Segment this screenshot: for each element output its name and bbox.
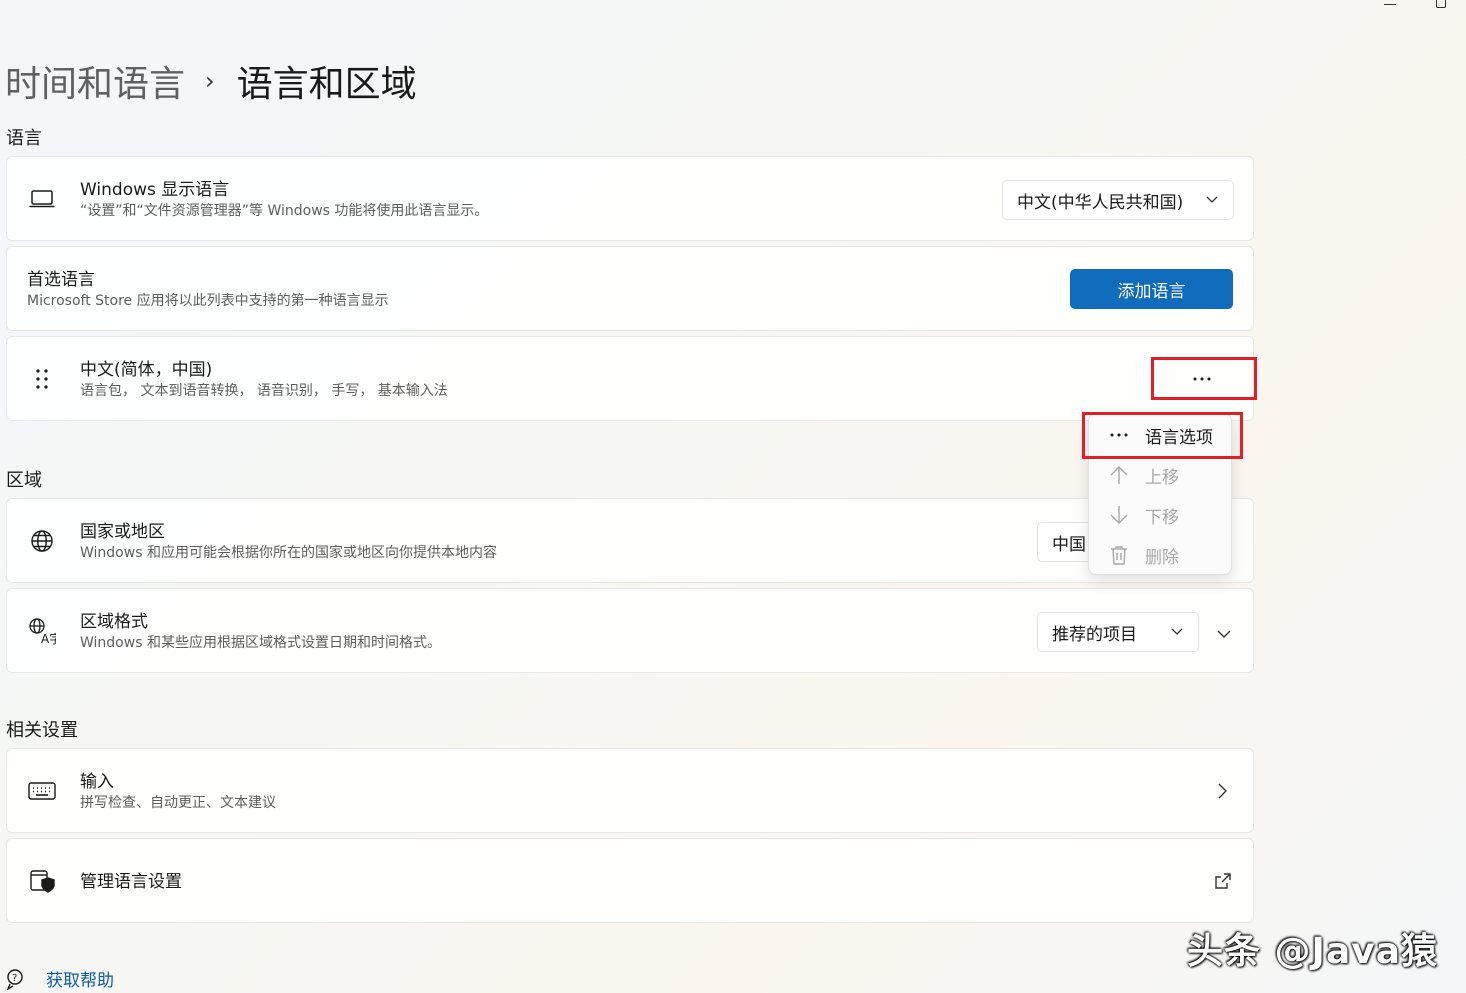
add-language-button[interactable]: 添加语言 bbox=[1070, 269, 1233, 309]
chevron-down-icon bbox=[1170, 625, 1184, 639]
menu-item-label: 下移 bbox=[1145, 507, 1179, 528]
menu-item-label: 删除 bbox=[1145, 547, 1179, 568]
menu-item-move-down[interactable]: 下移 bbox=[1089, 495, 1231, 535]
typing-card[interactable]: 输入 拼写检查、自动更正、文本建议 bbox=[6, 748, 1254, 833]
highlight-box-more bbox=[1151, 357, 1257, 400]
admin-shield-icon bbox=[27, 866, 57, 896]
help-icon: ? bbox=[6, 968, 23, 990]
regional-format-card[interactable]: A字 区域格式 Windows 和某些应用根据区域格式设置日期和时间格式。 推荐… bbox=[6, 588, 1254, 673]
country-value: 中国 bbox=[1052, 534, 1086, 555]
language-list-item[interactable]: 中文(简体，中国) 语言包， 文本到语音转换， 语音识别， 手写， 基本输入法 bbox=[6, 336, 1254, 421]
get-help-label: 获取帮助 bbox=[46, 971, 114, 991]
window-controls bbox=[1384, 0, 1446, 8]
preferred-language-title: 首选语言 bbox=[27, 270, 95, 290]
admin-language-title: 管理语言设置 bbox=[80, 872, 182, 892]
keyboard-icon bbox=[27, 776, 57, 806]
display-language-title: Windows 显示语言 bbox=[80, 180, 230, 200]
highlight-box-language-options bbox=[1082, 412, 1243, 459]
breadcrumb-parent[interactable]: 时间和语言 bbox=[5, 55, 185, 107]
chevron-down-icon bbox=[1205, 193, 1219, 207]
laptop-icon bbox=[27, 184, 57, 214]
breadcrumb-separator: › bbox=[205, 67, 215, 95]
typing-subtitle: 拼写检查、自动更正、文本建议 bbox=[80, 795, 276, 811]
display-language-value: 中文(中华人民共和国) bbox=[1017, 192, 1184, 213]
typing-title: 输入 bbox=[80, 772, 114, 792]
menu-item-delete[interactable]: 删除 bbox=[1089, 535, 1231, 575]
minimize-icon[interactable] bbox=[1384, 4, 1396, 5]
get-help-link[interactable]: ? 获取帮助 bbox=[6, 966, 114, 991]
regional-format-subtitle: Windows 和某些应用根据区域格式设置日期和时间格式。 bbox=[80, 635, 441, 651]
restore-icon[interactable] bbox=[1436, 0, 1446, 8]
chevron-right-icon bbox=[1218, 783, 1227, 803]
language-item-title: 中文(简体，中国) bbox=[80, 360, 213, 380]
expand-chevron-icon[interactable] bbox=[1217, 624, 1231, 643]
regional-format-select[interactable]: 推荐的项目 bbox=[1037, 612, 1199, 652]
svg-text:?: ? bbox=[12, 973, 17, 984]
regional-format-icon: A字 bbox=[27, 616, 57, 646]
menu-item-label: 上移 bbox=[1145, 467, 1179, 488]
country-subtitle: Windows 和应用可能会根据你所在的国家或地区向你提供本地内容 bbox=[80, 545, 497, 561]
external-link-icon bbox=[1215, 873, 1231, 893]
regional-format-title: 区域格式 bbox=[80, 612, 148, 632]
trash-icon bbox=[1107, 543, 1131, 567]
preferred-language-card: 首选语言 Microsoft Store 应用将以此列表中支持的第一种语言显示 … bbox=[6, 246, 1254, 331]
section-title-language: 语言 bbox=[6, 128, 42, 149]
arrow-up-icon bbox=[1107, 463, 1131, 487]
regional-format-value: 推荐的项目 bbox=[1052, 624, 1137, 645]
section-title-related: 相关设置 bbox=[6, 720, 78, 741]
menu-item-move-up[interactable]: 上移 bbox=[1089, 455, 1231, 495]
svg-text:A字: A字 bbox=[41, 631, 56, 645]
globe-icon bbox=[27, 526, 57, 556]
display-language-card: Windows 显示语言 “设置”和“文件资源管理器”等 Windows 功能将… bbox=[6, 156, 1254, 241]
display-language-select[interactable]: 中文(中华人民共和国) bbox=[1002, 180, 1234, 220]
breadcrumb: 时间和语言 › 语言和区域 bbox=[5, 55, 417, 107]
language-item-subtitle: 语言包， 文本到语音转换， 语音识别， 手写， 基本输入法 bbox=[80, 383, 448, 399]
arrow-down-icon bbox=[1107, 503, 1131, 527]
section-title-region: 区域 bbox=[6, 470, 42, 491]
drag-handle-icon[interactable] bbox=[27, 364, 57, 394]
country-card: 国家或地区 Windows 和应用可能会根据你所在的国家或地区向你提供本地内容 … bbox=[6, 498, 1254, 583]
admin-language-card[interactable]: 管理语言设置 bbox=[6, 838, 1254, 923]
watermark: 头条 @Java猿 bbox=[1187, 931, 1438, 972]
display-language-subtitle: “设置”和“文件资源管理器”等 Windows 功能将使用此语言显示。 bbox=[80, 203, 489, 219]
page-title: 语言和区域 bbox=[236, 64, 417, 105]
country-title: 国家或地区 bbox=[80, 522, 165, 542]
preferred-language-subtitle: Microsoft Store 应用将以此列表中支持的第一种语言显示 bbox=[27, 293, 389, 309]
